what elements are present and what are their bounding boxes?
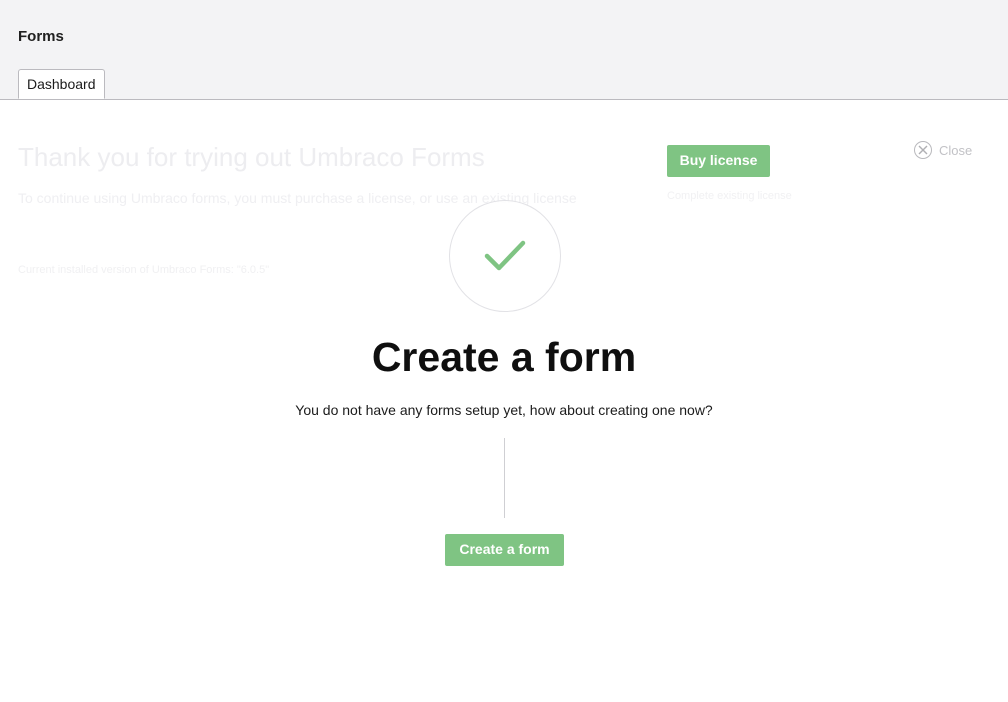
buy-license-button[interactable]: Buy license	[667, 145, 770, 177]
close-button[interactable]: Close	[914, 139, 972, 161]
empty-state-title: Create a form	[371, 334, 637, 380]
checkmark-icon	[449, 200, 561, 312]
trial-title: Thank you for trying out Umbraco Forms	[18, 142, 485, 172]
create-form-button[interactable]: Create a form	[445, 534, 564, 566]
version-text: Current installed version of Umbraco For…	[18, 264, 270, 276]
tab-dashboard[interactable]: Dashboard	[18, 69, 105, 99]
complete-license-link[interactable]: Complete existing license	[667, 190, 792, 202]
divider	[504, 438, 505, 518]
close-icon	[914, 141, 932, 159]
app-header: Forms Dashboard	[0, 0, 1008, 100]
empty-state-subtitle: You do not have any forms setup yet, how…	[295, 402, 713, 418]
close-label: Close	[939, 142, 973, 158]
section-title: Forms	[18, 28, 64, 45]
